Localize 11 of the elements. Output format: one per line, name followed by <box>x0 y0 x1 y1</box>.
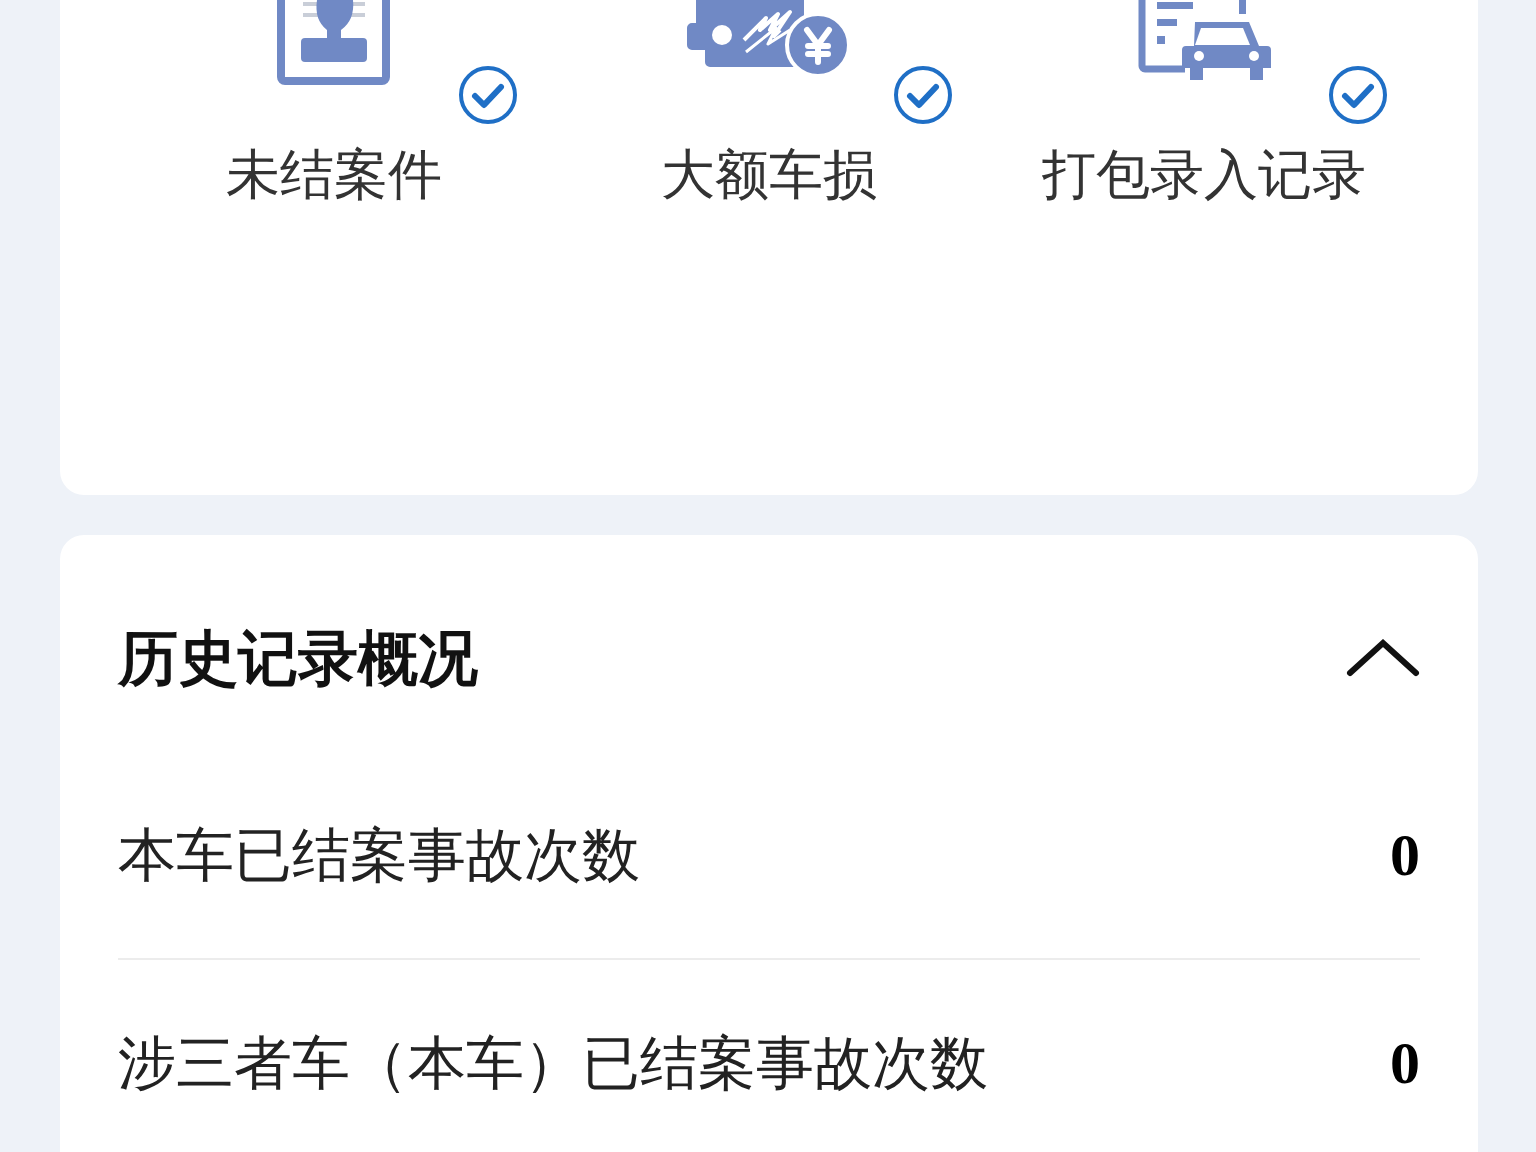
section-title: 历史记录概况 <box>118 622 478 695</box>
document-car-icon[interactable] <box>1136 0 1272 82</box>
shortcut-label[interactable]: 打包录入记录 <box>1042 145 1367 205</box>
chevron-up-icon[interactable] <box>1346 639 1420 677</box>
document-stamp-icon[interactable] <box>277 0 391 85</box>
row-label: 涉三者车（本车）已结案事故次数 <box>118 1030 988 1096</box>
shortcut-label[interactable]: 大额车损 <box>661 145 877 205</box>
row-label: 本车已结案事故次数 <box>118 822 640 888</box>
shortcut-label[interactable]: 未结案件 <box>225 145 442 205</box>
count-value: 0 <box>1390 1030 1420 1096</box>
count-value: 0 <box>1390 822 1420 888</box>
